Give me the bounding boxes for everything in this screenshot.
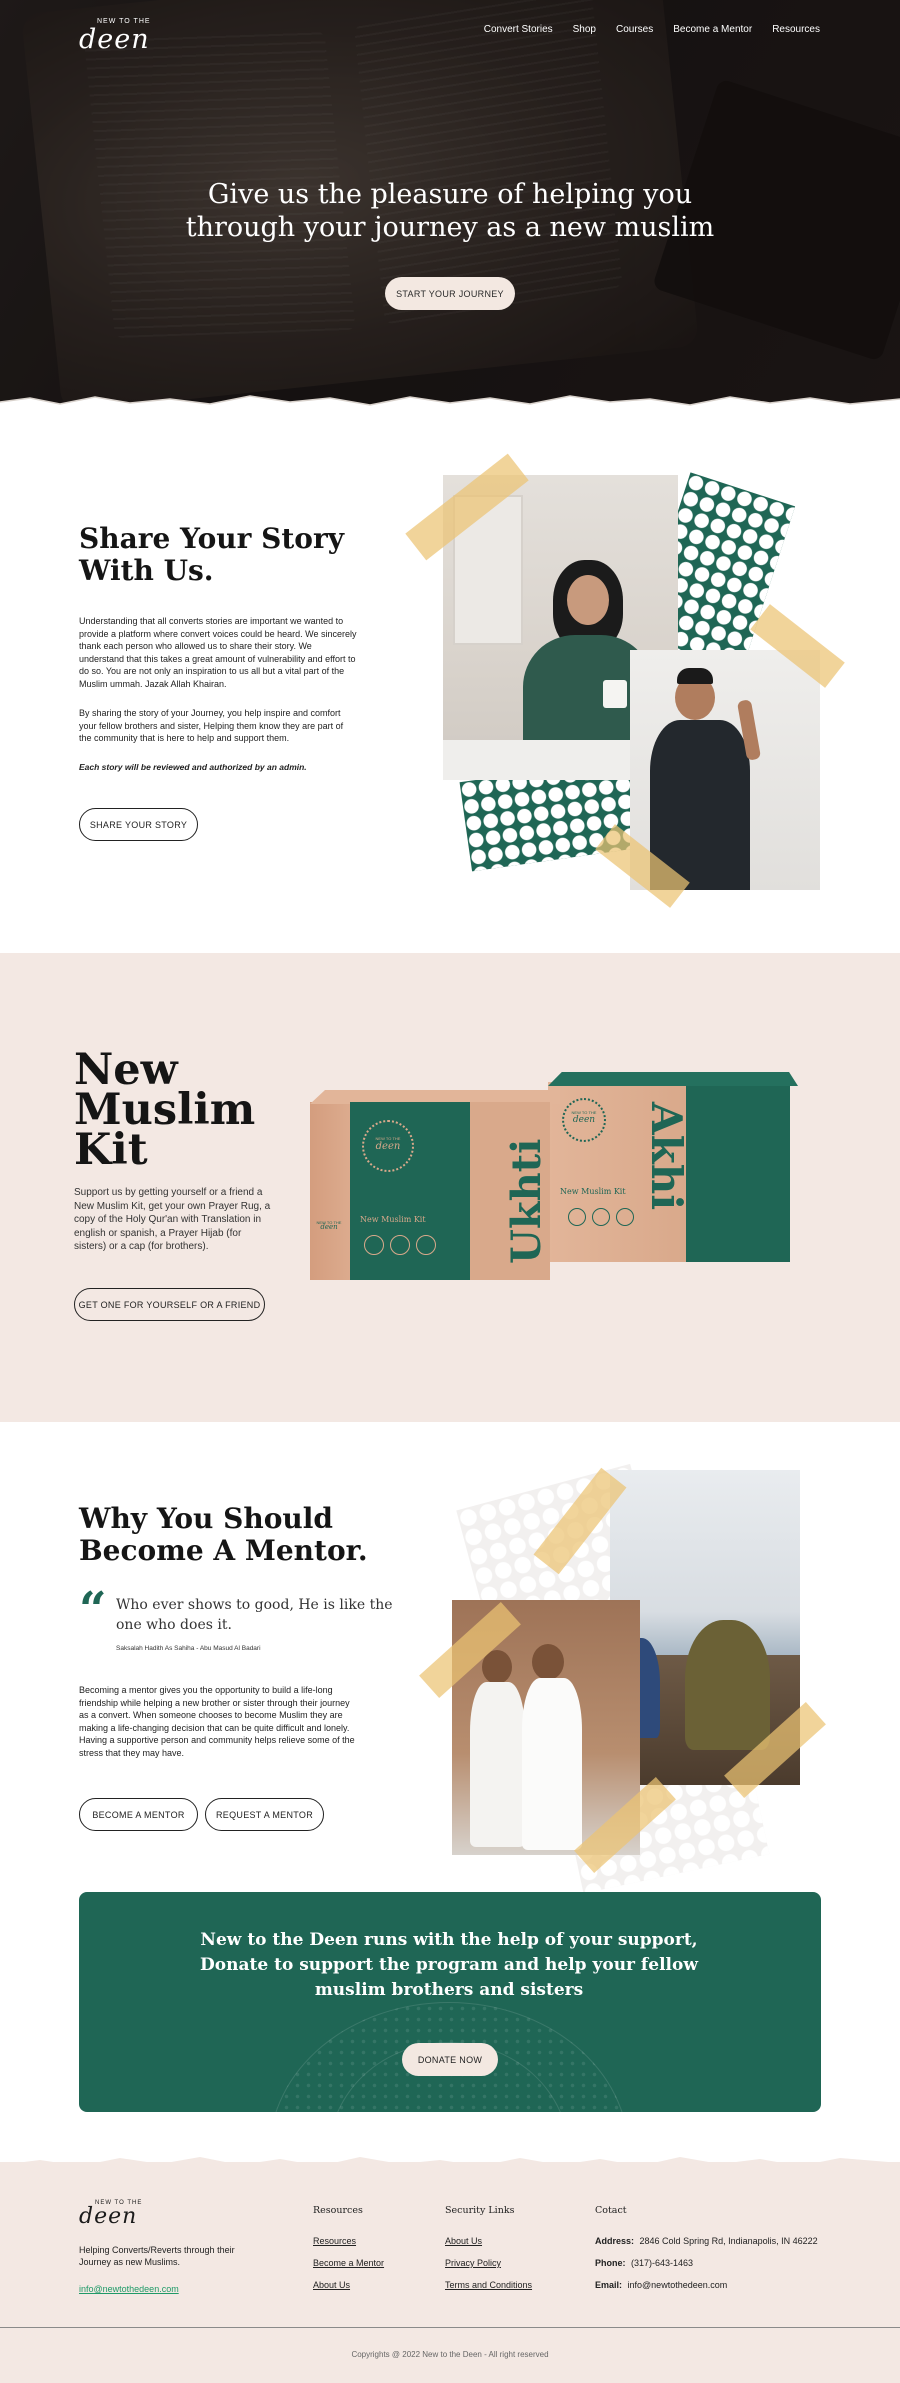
rug-icon [568, 1208, 586, 1226]
footer-email-link[interactable]: info@newtothedeen.com [79, 2284, 179, 2294]
quote-icon: “ [79, 1582, 107, 1638]
torn-paper-edge [0, 2157, 900, 2175]
footer-divider [0, 2327, 900, 2328]
footer-security-heading: Security Links [445, 2205, 515, 2216]
footer-link-resources[interactable]: Resources [313, 2236, 356, 2246]
book-icon [390, 1235, 410, 1255]
footer-address: Address: 2846 Cold Spring Rd, Indianapol… [595, 2236, 818, 2246]
mentor-photo-collage [419, 1463, 830, 1894]
footer-link-privacy[interactable]: Privacy Policy [445, 2258, 501, 2268]
start-journey-button[interactable]: START YOUR JOURNEY [385, 277, 515, 310]
kit-box-caption: New Muslim Kit [560, 1187, 626, 1196]
nav-resources[interactable]: Resources [772, 24, 820, 35]
kit-box-name: Akhi [642, 1102, 691, 1211]
footer-copyright: Copyrights @ 2022 New to the Deen - All … [351, 2350, 549, 2359]
main-nav: Convert Stories Shop Courses Become a Me… [484, 24, 820, 35]
hijab-icon [416, 1235, 436, 1255]
hijab-icon [616, 1208, 634, 1226]
torn-paper-edge [0, 395, 900, 424]
footer-link-about-us[interactable]: About Us [313, 2280, 350, 2290]
footer-contact-heading: Cotact [595, 2205, 627, 2216]
ukhti-kit-box: NEW TO THE deen New Muslim Kit Ukhti NEW… [310, 1090, 560, 1280]
nav-become-a-mentor[interactable]: Become a Mentor [673, 24, 752, 35]
share-story-button[interactable]: SHARE YOUR STORY [79, 808, 198, 841]
mentor-title: Why You Should Become A Mentor. [79, 1502, 368, 1567]
donate-now-button[interactable]: DONATE NOW [402, 2043, 498, 2076]
kit-description: Support us by getting yourself or a frie… [74, 1187, 271, 1252]
story-title: Share Your Story With Us. [79, 522, 344, 587]
get-kit-button[interactable]: GET ONE FOR YOURSELF OR A FRIEND [74, 1288, 265, 1321]
photo-man-praying [630, 650, 820, 890]
site-logo[interactable]: NEW TO THE deen [79, 18, 150, 55]
hadith-source: Saksalah Hadith As Sahiha - Abu Masud Al… [116, 1645, 261, 1652]
story-admin-note: Each story will be reviewed and authoriz… [79, 762, 307, 772]
hero-section: NEW TO THE deen Convert Stories Shop Cou… [0, 0, 900, 420]
footer-link-terms[interactable]: Terms and Conditions [445, 2280, 532, 2290]
footer-phone: Phone: (317)-643-1463 [595, 2258, 694, 2268]
footer-tagline: Helping Converts/Reverts through their J… [79, 2245, 235, 2267]
nav-shop[interactable]: Shop [573, 24, 596, 35]
footer-link-become-mentor[interactable]: Become a Mentor [313, 2258, 384, 2268]
donate-title: New to the Deen runs with the help of yo… [200, 1930, 698, 2000]
mentor-description: Becoming a mentor gives you the opportun… [79, 1685, 355, 1758]
footer-logo[interactable]: NEW TO THE deen [79, 2200, 141, 2229]
nav-courses[interactable]: Courses [616, 24, 653, 35]
story-photo-collage [405, 453, 850, 910]
footer-email: Email: info@newtothedeen.com [595, 2280, 728, 2290]
nav-convert-stories[interactable]: Convert Stories [484, 24, 553, 35]
book-icon [592, 1208, 610, 1226]
donate-banner: New to the Deen runs with the help of yo… [79, 1892, 821, 2112]
request-mentor-button[interactable]: REQUEST A MENTOR [205, 1798, 324, 1831]
hero-title: Give us the pleasure of helping you thro… [185, 179, 715, 243]
footer-resources-heading: Resources [313, 2205, 363, 2216]
kit-box-caption: New Muslim Kit [360, 1215, 426, 1224]
kit-title: New Muslim Kit [74, 1045, 256, 1175]
story-paragraph-1: Understanding that all converts stories … [79, 616, 357, 689]
become-mentor-button[interactable]: BECOME A MENTOR [79, 1798, 198, 1831]
akhi-kit-box: NEW TO THE deen New Muslim Kit Akhi [548, 1072, 800, 1272]
kit-box-name: Ukhti [503, 1138, 550, 1264]
rug-icon [364, 1235, 384, 1255]
footer-link-about-us-2[interactable]: About Us [445, 2236, 482, 2246]
story-paragraph-2: By sharing the story of your Journey, yo… [79, 708, 344, 743]
hadith-quote: Who ever shows to good, He is like the o… [116, 1597, 393, 1633]
